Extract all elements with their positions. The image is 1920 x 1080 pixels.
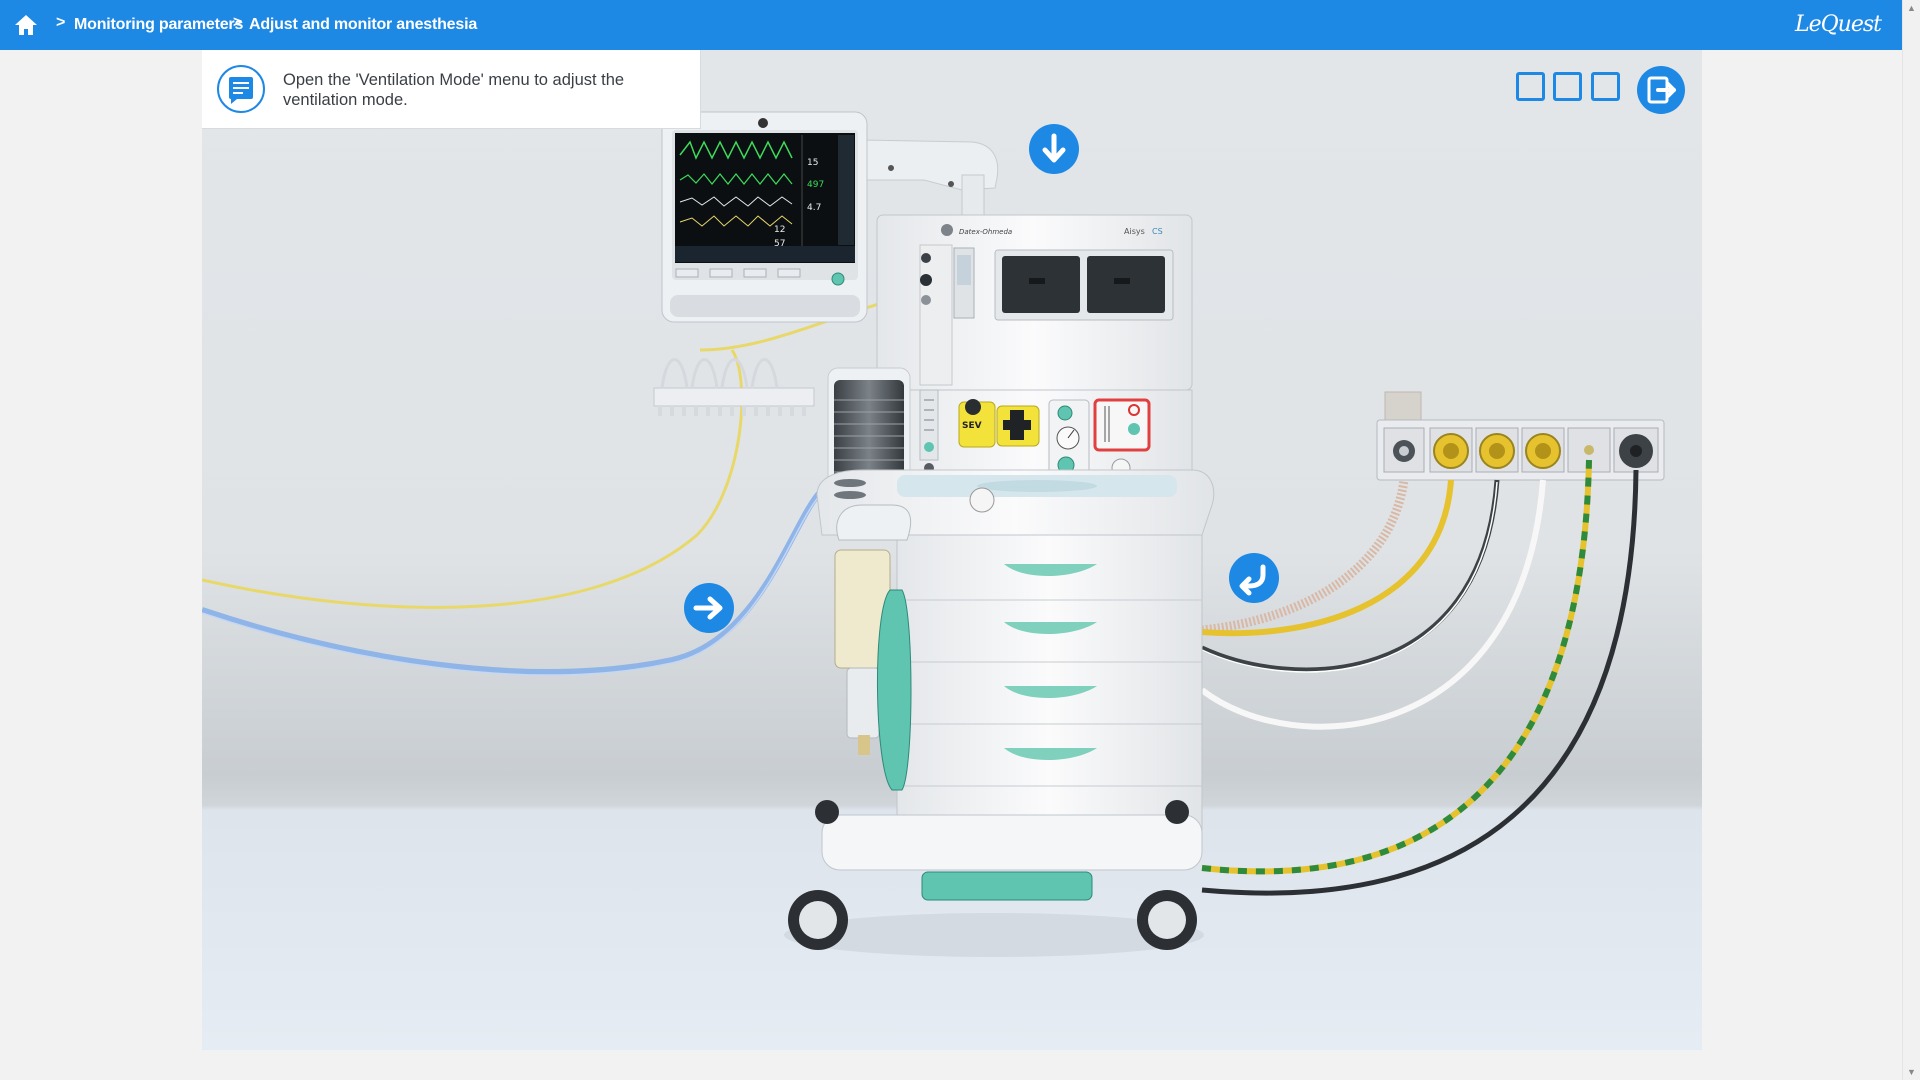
scroll-up-icon[interactable]: ▲ <box>1907 3 1916 13</box>
monitor-value-4: 12 <box>774 225 785 235</box>
arrow-right-icon[interactable] <box>684 583 734 633</box>
home-icon[interactable] <box>12 11 40 39</box>
arrow-down-icon[interactable] <box>1029 124 1079 174</box>
model-label: Aisys <box>1124 227 1145 236</box>
instruction-panel: Open the 'Ventilation Mode' menu to adju… <box>202 50 701 129</box>
message-icon <box>217 65 265 113</box>
chevron-right-icon: > <box>233 14 243 31</box>
vaporizer-label: SEV <box>962 421 982 431</box>
breadcrumb-item-adjust[interactable]: Adjust and monitor anesthesia <box>249 16 477 34</box>
maker-label: Datex-Ohmeda <box>959 228 1012 236</box>
monitor-value-1: 15 <box>807 158 818 168</box>
monitor-value-2: 497 <box>807 180 824 190</box>
brand-logo: LeQuest <box>1795 12 1882 37</box>
anesthesia-scene: 15 497 4.7 12 57 Datex-Ohmeda Aisys CS S… <box>202 111 1665 957</box>
instruction-text: Open the 'Ventilation Mode' menu to adju… <box>283 71 625 109</box>
exit-icon[interactable] <box>1636 65 1686 115</box>
model-suffix-label: CS <box>1152 227 1163 236</box>
scroll-down-icon[interactable]: ▼ <box>1907 1067 1916 1077</box>
view-1-button[interactable] <box>1516 72 1545 101</box>
monitor-value-3: 4.7 <box>807 203 821 213</box>
view-2-button[interactable] <box>1553 72 1582 101</box>
breadcrumb-item-monitoring[interactable]: Monitoring parameters <box>74 16 243 34</box>
scrollbar[interactable]: ▲ ▼ <box>1902 0 1920 1080</box>
chevron-right-icon: > <box>56 14 66 31</box>
view-3-button[interactable] <box>1591 72 1620 101</box>
simulation-stage: 15 497 4.7 12 57 Datex-Ohmeda Aisys CS S… <box>202 50 1702 1050</box>
top-bar: > Monitoring parameters > Adjust and mon… <box>0 0 1903 50</box>
arrow-return-icon[interactable] <box>1229 553 1279 603</box>
